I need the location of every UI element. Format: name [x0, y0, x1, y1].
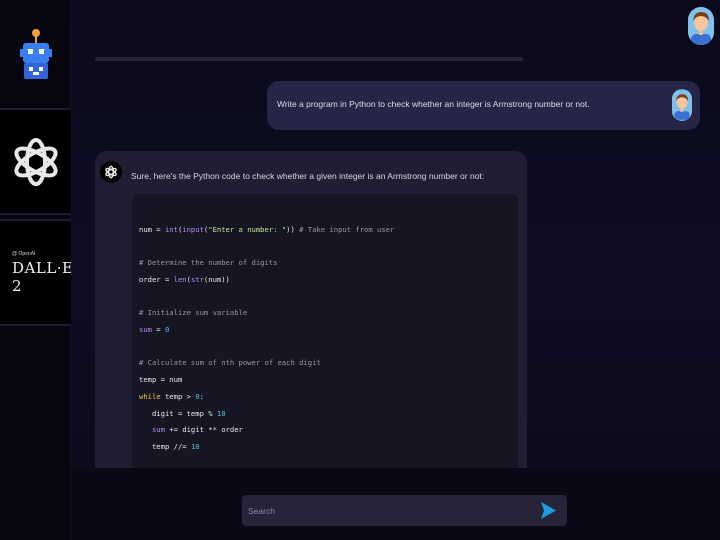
code-line: temp //= 10	[139, 442, 200, 451]
code-line: # Calculate sum of nth power of each dig…	[139, 358, 321, 367]
openai-logo-icon	[105, 165, 117, 179]
app-logo[interactable]	[0, 0, 71, 108]
avatar-icon	[688, 7, 714, 45]
openai-logo-icon	[13, 137, 58, 186]
robot-icon	[19, 29, 52, 79]
dalle-brand-title: DALL·E 2	[12, 258, 74, 295]
avatar-icon	[672, 90, 692, 120]
composer-bar	[71, 468, 720, 540]
send-icon	[541, 502, 556, 519]
user-message-text: Write a program in Python to check wheth…	[277, 99, 590, 109]
code-line: sum = 0	[139, 325, 170, 334]
assistant-message: Sure, here's the Python code to check wh…	[95, 151, 527, 481]
top-divider	[95, 57, 523, 61]
search-box	[242, 495, 567, 526]
code-line: while temp > 0:	[139, 392, 204, 401]
code-line: num = int(input("Enter a number: ")) # T…	[139, 225, 395, 234]
code-line: # Initialize sum variable	[139, 308, 248, 317]
code-line: # Determine the number of digits	[139, 258, 278, 267]
code-line: temp = num	[139, 375, 183, 384]
user-avatar[interactable]	[688, 7, 714, 45]
assistant-avatar	[100, 161, 122, 183]
code-line: digit = temp % 10	[139, 409, 226, 418]
dalle-brand-small: @ OpenAI	[12, 250, 36, 257]
sidebar: @ OpenAI DALL·E 2	[0, 0, 74, 540]
code-line: order = len(str(num))	[139, 275, 230, 284]
assistant-intro-text: Sure, here's the Python code to check wh…	[131, 171, 485, 181]
send-button[interactable]	[539, 501, 557, 520]
sidebar-item-dalle[interactable]: @ OpenAI DALL·E 2	[0, 219, 74, 326]
code-block[interactable]: num = int(input("Enter a number: ")) # T…	[132, 194, 518, 481]
sidebar-item-chatgpt[interactable]	[0, 108, 71, 215]
chat-area: Write a program in Python to check wheth…	[71, 0, 720, 540]
search-input[interactable]	[242, 495, 532, 526]
code-line: sum += digit ** order	[151, 425, 243, 434]
message-avatar	[672, 89, 692, 121]
user-message: Write a program in Python to check wheth…	[267, 81, 700, 130]
